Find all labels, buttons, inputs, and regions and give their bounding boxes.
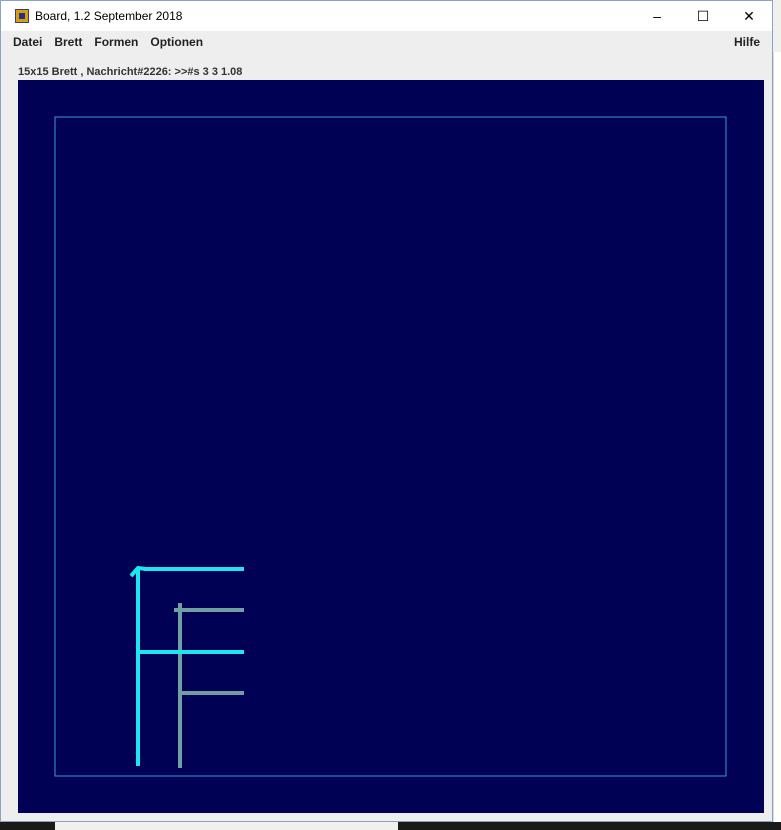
menu-datei[interactable]: Datei [1, 35, 48, 49]
menu-optionen[interactable]: Optionen [144, 35, 209, 49]
menu-formen[interactable]: Formen [88, 35, 144, 49]
background-window-edge [773, 52, 781, 830]
board-canvas[interactable] [18, 80, 764, 813]
application-window: Board, 1.2 September 2018 – ☐ ✕ Datei Br… [0, 0, 773, 822]
menu-hilfe[interactable]: Hilfe [728, 35, 766, 49]
board-drawing [54, 116, 727, 777]
status-message: 15x15 Brett , Nachricht#2226: >>#s 3 3 1… [18, 66, 243, 78]
app-icon [15, 9, 29, 23]
menu-brett[interactable]: Brett [48, 35, 88, 49]
board-frame [54, 116, 727, 777]
maximize-icon: ☐ [696, 7, 710, 24]
close-button[interactable]: ✕ [726, 1, 772, 31]
menu-bar: Datei Brett Formen Optionen Hilfe [1, 31, 772, 53]
taskbar-item [55, 822, 398, 830]
window-title: Board, 1.2 September 2018 [35, 9, 183, 23]
title-bar[interactable]: Board, 1.2 September 2018 – ☐ ✕ [1, 1, 772, 31]
minimize-button[interactable]: – [634, 1, 680, 31]
close-icon: ✕ [743, 7, 755, 24]
minimize-icon: – [653, 8, 661, 24]
maximize-button[interactable]: ☐ [680, 1, 726, 31]
window-controls: – ☐ ✕ [634, 1, 772, 31]
